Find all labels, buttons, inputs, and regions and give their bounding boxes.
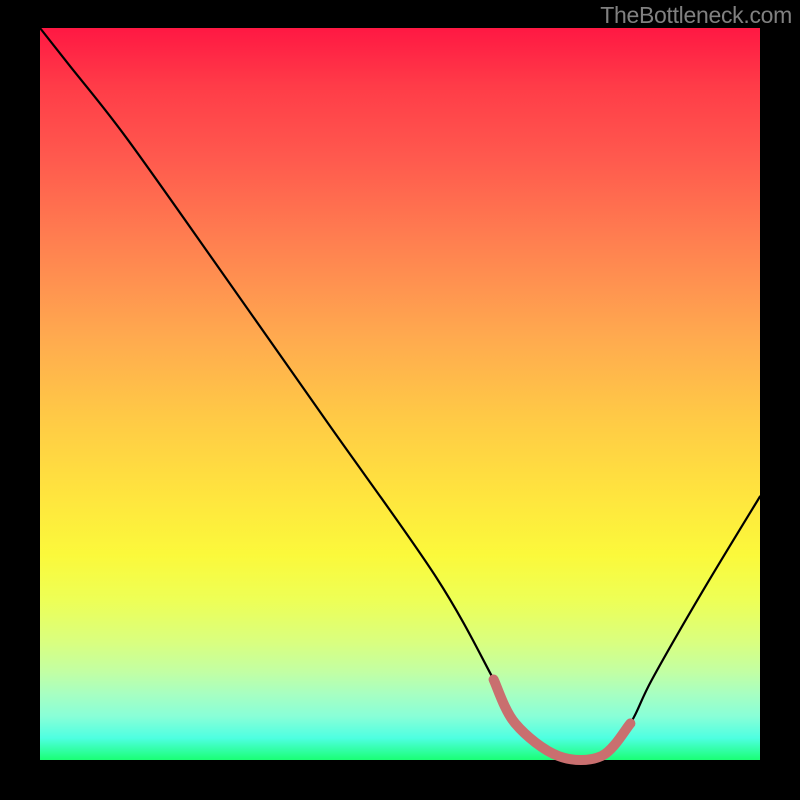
chart-container: TheBottleneck.com <box>0 0 800 800</box>
plot-area <box>40 28 760 760</box>
curve-svg <box>40 28 760 760</box>
optimal-range-highlight <box>494 680 631 761</box>
watermark-text: TheBottleneck.com <box>600 2 792 29</box>
bottleneck-curve <box>40 28 760 765</box>
